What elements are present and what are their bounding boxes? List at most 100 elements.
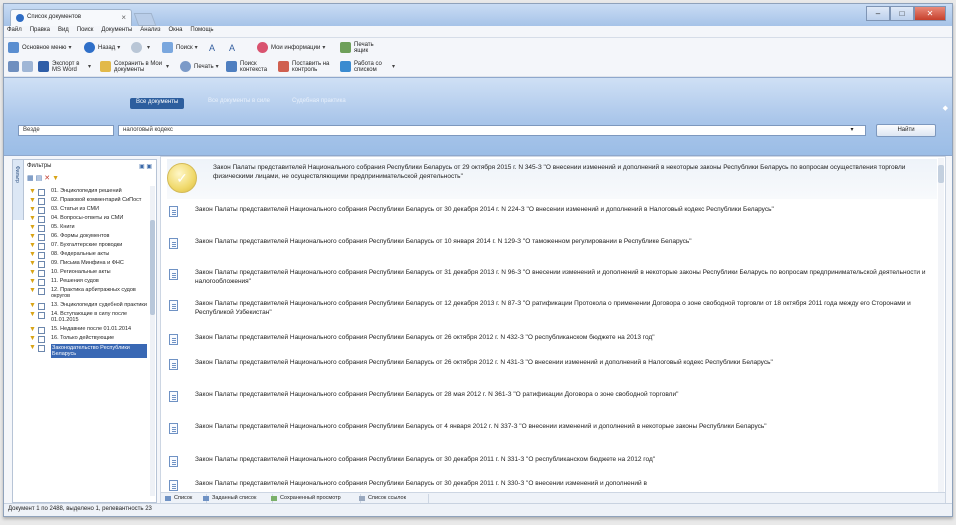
- document-item[interactable]: ✓ Закон Палаты представителей Национальн…: [167, 159, 937, 199]
- document-item[interactable]: Закон Палаты представителей Национальног…: [167, 268, 937, 290]
- checkbox[interactable]: [38, 225, 45, 232]
- search-tab-court-practice[interactable]: Судебная практика: [292, 98, 346, 107]
- checkbox[interactable]: [38, 327, 45, 334]
- maximize-button[interactable]: □: [890, 6, 914, 21]
- search-tab-all[interactable]: Все документы: [130, 98, 185, 109]
- menu-analysis[interactable]: Анализ: [137, 26, 163, 33]
- tab-close-icon[interactable]: ×: [121, 13, 126, 22]
- checkbox[interactable]: [38, 288, 45, 295]
- checkbox[interactable]: [38, 207, 45, 214]
- checkbox[interactable]: [38, 234, 45, 241]
- my-info-button[interactable]: Мои информации ▾: [257, 40, 325, 55]
- filter-item[interactable]: ▼ 07. Бухгалтерские проводки: [29, 242, 147, 250]
- tab-saved-view[interactable]: Сохраненный просмотр: [269, 494, 361, 503]
- checkbox[interactable]: [38, 189, 45, 196]
- find-button[interactable]: Найти: [876, 124, 936, 137]
- document-item[interactable]: Закон Палаты представителей Национальног…: [167, 358, 937, 380]
- search-scope-select[interactable]: Везде: [18, 125, 114, 136]
- quick-print-button[interactable]: [8, 59, 22, 74]
- print-button[interactable]: Печать ▾: [180, 59, 219, 74]
- filter-item[interactable]: ▼ 15. Недавние после 01.01.2014: [29, 326, 147, 334]
- filter-item[interactable]: ▼ 13. Энциклопедия судебной практики: [29, 302, 147, 310]
- document-title[interactable]: Закон Палаты представителей Национальног…: [195, 455, 937, 464]
- menu-edit[interactable]: Правка: [27, 26, 53, 33]
- filter-item[interactable]: ▼ 14. Вступающие в силу после 01.01.2015: [29, 311, 147, 323]
- document-item[interactable]: Закон Палаты представителей Национальног…: [167, 455, 937, 467]
- menu-documents[interactable]: Документы: [98, 26, 135, 33]
- document-item[interactable]: Закон Палаты представителей Национальног…: [167, 422, 937, 444]
- document-title[interactable]: Закон Палаты представителей Национальног…: [195, 299, 937, 317]
- document-item[interactable]: Закон Палаты представителей Национальног…: [167, 479, 937, 491]
- checkbox[interactable]: [38, 279, 45, 286]
- checkbox[interactable]: [38, 216, 45, 223]
- checkbox[interactable]: [38, 261, 45, 268]
- clear-filter-icon[interactable]: ✕: [44, 175, 52, 182]
- document-list-scrollbar[interactable]: [938, 158, 944, 492]
- document-item[interactable]: Закон Палаты представителей Национальног…: [167, 205, 937, 227]
- print-box-button[interactable]: Печать ящик: [340, 40, 374, 55]
- menu-file[interactable]: Файл: [4, 26, 25, 33]
- document-item[interactable]: Закон Палаты представителей Национальног…: [167, 299, 937, 321]
- filter-side-tab[interactable]: Фильтр: [13, 160, 24, 220]
- document-title[interactable]: Закон Палаты представителей Национальног…: [195, 205, 937, 214]
- search-history-dropdown-icon[interactable]: ▾: [846, 126, 858, 135]
- search-button[interactable]: Поиск ▾: [162, 40, 198, 55]
- tab-given-list[interactable]: Заданный список: [201, 494, 273, 503]
- document-title[interactable]: Закон Палаты представителей Национальног…: [195, 358, 937, 367]
- document-title[interactable]: Закон Палаты представителей Национальног…: [195, 390, 937, 399]
- filter-item[interactable]: ▼ 02. Правовой комментарий СиПост: [29, 197, 147, 205]
- document-item[interactable]: Закон Палаты представителей Национальног…: [167, 333, 937, 345]
- filter-item[interactable]: ▼ 01. Энциклопедия решений: [29, 188, 147, 196]
- set-control-button[interactable]: Поставить на контроль: [278, 59, 340, 74]
- mail-button[interactable]: [22, 59, 36, 74]
- filter-item[interactable]: ▼ 12. Практика арбитражных судов округов: [29, 287, 147, 299]
- menu-windows[interactable]: Окна: [165, 26, 185, 33]
- checkbox[interactable]: [38, 312, 45, 319]
- menu-search[interactable]: Поиск: [74, 26, 97, 33]
- collapse-icon[interactable]: ◆: [943, 104, 948, 112]
- document-title[interactable]: Закон Палаты представителей Национальног…: [213, 163, 937, 181]
- filter-scrollbar-thumb[interactable]: [150, 220, 155, 315]
- document-title[interactable]: Закон Палаты представителей Национальног…: [195, 422, 937, 431]
- work-with-list-button[interactable]: Работа со списком ▾: [340, 59, 395, 74]
- filter-settings-icon[interactable]: ▤: [36, 175, 45, 182]
- find-in-text-button[interactable]: Поиск контекста: [226, 59, 280, 74]
- checkbox[interactable]: [38, 252, 45, 259]
- checkbox[interactable]: [38, 303, 45, 310]
- filter-item-selected[interactable]: ▼ Законодательство Республики Беларусь: [29, 344, 147, 358]
- panel-pin-icon[interactable]: ▣ ▣: [139, 163, 152, 170]
- checkbox[interactable]: [38, 345, 45, 352]
- filter-item[interactable]: ▼ 10. Региональные акты: [29, 269, 147, 277]
- select-all-icon[interactable]: ▦: [27, 175, 36, 182]
- document-item[interactable]: Закон Палаты представителей Национальног…: [167, 237, 937, 259]
- document-title[interactable]: Закон Палаты представителей Национальног…: [195, 237, 937, 246]
- menu-view[interactable]: Вид: [55, 26, 72, 33]
- export-word-button[interactable]: Экспорт в MS Word ▾: [38, 59, 91, 74]
- menu-help[interactable]: Помощь: [187, 26, 216, 33]
- filter-item[interactable]: ▼ 03. Статьи из СМИ: [29, 206, 147, 214]
- new-tab-button[interactable]: [133, 13, 157, 26]
- filter-item[interactable]: ▼ 11. Решения судов: [29, 278, 147, 286]
- increase-font-button[interactable]: A: [209, 40, 215, 55]
- filter-item[interactable]: ▼ 06. Формы документов: [29, 233, 147, 241]
- checkbox[interactable]: [38, 198, 45, 205]
- search-tab-in-force[interactable]: Все документы в силе: [208, 98, 270, 107]
- document-title[interactable]: Закон Палаты представителей Национальног…: [195, 479, 937, 488]
- filter-item[interactable]: ▼ 09. Письма Минфина и ФНС: [29, 260, 147, 268]
- tab-links-list[interactable]: Список ссылок: [357, 494, 429, 503]
- checkbox[interactable]: [38, 336, 45, 343]
- home-menu-button[interactable]: Основное меню ▾: [8, 40, 71, 55]
- checkbox[interactable]: [38, 270, 45, 277]
- forward-button[interactable]: ▾: [131, 40, 150, 55]
- filter-item[interactable]: ▼ 16. Только действующие: [29, 335, 147, 343]
- filter-item[interactable]: ▼ 05. Книги: [29, 224, 147, 232]
- save-to-my-docs-button[interactable]: Сохранить в Мои документы ▾: [100, 59, 169, 74]
- close-button[interactable]: ✕: [914, 6, 946, 21]
- decrease-font-button[interactable]: A: [229, 40, 235, 55]
- minimize-button[interactable]: –: [866, 6, 890, 21]
- back-button[interactable]: Назад ▾: [84, 40, 120, 55]
- apply-filter-icon[interactable]: ▼: [52, 175, 61, 182]
- checkbox[interactable]: [38, 243, 45, 250]
- document-title[interactable]: Закон Палаты представителей Национальног…: [195, 268, 937, 286]
- document-title[interactable]: Закон Палаты представителей Национальног…: [195, 333, 937, 342]
